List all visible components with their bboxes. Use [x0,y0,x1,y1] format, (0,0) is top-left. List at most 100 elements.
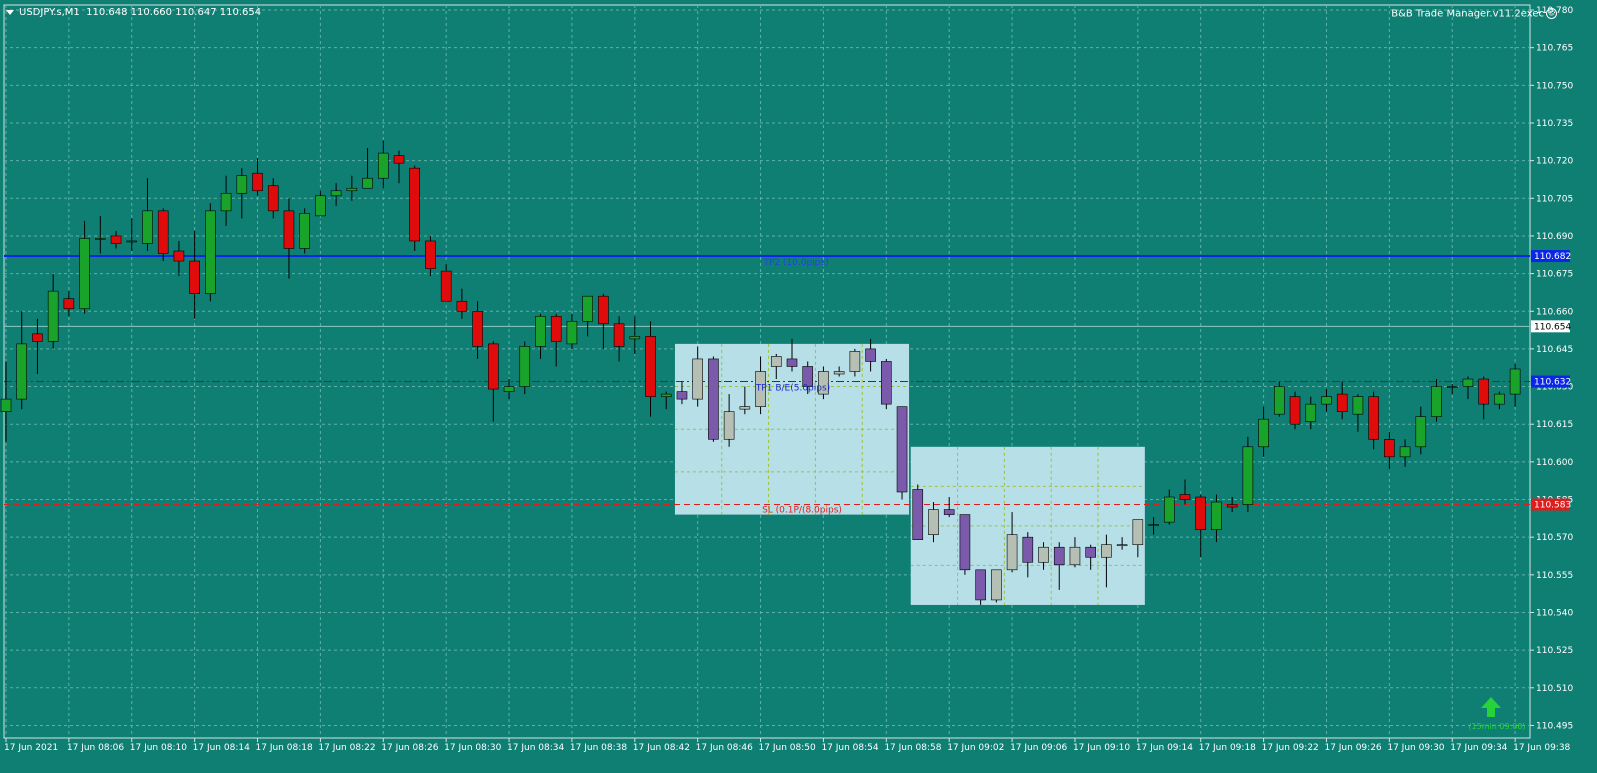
smiley-icon: ☺ [1546,8,1557,19]
time-tick-label: 17 Jun 09:26 [1324,743,1381,753]
time-tick-label: 17 Jun 08:26 [381,743,438,753]
expert-name: B&B Trade Manager.v11.2exec [1391,8,1544,20]
candle-body [393,155,405,164]
candle-body [1336,393,1348,412]
time-tick-label: 17 Jun 08:18 [256,743,313,753]
candle-body [362,177,373,189]
symbol-label: USDJPY.s,M1 [19,7,80,18]
price-tick-label: 110.525 [1536,646,1573,656]
candle-body [1069,546,1081,566]
candle-body [629,336,641,340]
candle-body [16,343,28,400]
candle-body [456,300,468,312]
arrow-label: (15min 09:08) [1468,722,1525,731]
candle-body [1274,386,1285,415]
candle-body [1116,544,1128,547]
candle-body [220,192,232,212]
candle-body [1038,546,1049,563]
price-marker-label: 110.632 [1534,378,1571,388]
candle-body [723,411,735,440]
time-tick-label: 17 Jun 08:30 [444,743,501,753]
candle-body [1384,438,1395,458]
candle-body [472,310,483,347]
candle-body [1415,416,1427,448]
price-tick-label: 110.600 [1536,458,1573,468]
candle-body [1242,446,1254,505]
expert-advisor-label[interactable]: B&B Trade Manager.v11.2exec ☺ [1391,8,1557,20]
candle-body [881,361,892,405]
time-tick-label: 17 Jun 08:06 [67,743,124,753]
candle-body [1163,496,1175,523]
candle-body [503,386,515,392]
candle-body [1446,386,1458,388]
candle-body [126,240,138,243]
price-marker-label: 110.583 [1534,501,1571,511]
price-tick-label: 110.570 [1536,533,1573,543]
time-tick-label: 17 Jun 08:46 [696,743,753,753]
candle-body [1509,368,1521,395]
candle-body [205,210,216,294]
candle-body [95,238,106,240]
candle-body [1101,544,1112,558]
price-tick-label: 110.510 [1536,684,1573,694]
candle-body [550,315,562,342]
candle-body [79,238,90,310]
chart-header: USDJPY.s,M1 110.648 110.660 110.647 110.… [6,7,261,18]
candle-body [928,509,939,535]
candle-body [173,250,185,262]
candle-body [975,569,986,601]
candle-body [0,398,12,412]
price-tick-label: 110.615 [1536,420,1573,430]
candle-body [645,336,656,397]
candle-body [1195,496,1207,530]
candle-body [1321,396,1332,405]
candle-body [833,371,845,375]
candle-body [488,343,499,390]
candle-body [409,167,421,242]
candle-body [959,514,971,571]
time-tick-label: 17 Jun 09:02 [947,743,1004,753]
candle-body [330,190,342,197]
candle-body [142,210,153,244]
candle-body [535,315,546,347]
candle-body [1006,534,1018,571]
candle-body [613,323,625,347]
candle-body [32,333,43,342]
candle-body [1148,524,1159,526]
time-tick-label: 17 Jun 2021 [4,743,58,753]
candle-body [1022,536,1034,563]
candle-body [63,298,75,310]
time-tick-label: 17 Jun 08:54 [821,743,878,753]
time-tick-label: 17 Jun 08:58 [884,743,941,753]
candle-body [1478,378,1489,405]
candle-body [346,187,358,192]
time-tick-label: 17 Jun 09:10 [1073,743,1130,753]
price-tick-label: 110.495 [1536,721,1573,731]
dropdown-triangle-icon[interactable] [6,9,14,15]
price-tick-label: 110.750 [1536,81,1573,91]
candle-body [283,210,295,249]
candle-body [1368,396,1379,440]
candle-body [267,185,279,212]
candle-body [865,348,876,362]
candle-body [676,391,688,400]
price-chart[interactable]: TP2 (10.0pips) TP1 B/E(5.0pips) SL (0.1P/(… [0,0,1597,773]
candle-body [849,351,861,372]
candle-body [157,210,169,254]
price-tick-label: 110.720 [1536,157,1573,167]
price-tick-label: 110.555 [1536,571,1573,581]
price-tick-label: 110.705 [1536,194,1573,204]
candle-body [1211,501,1222,530]
price-tick-label: 110.675 [1536,270,1573,280]
time-tick-label: 17 Jun 08:42 [633,743,690,753]
candle-body [315,195,326,217]
candle-body [1399,446,1411,458]
candle-body [1085,546,1096,558]
candle-body [566,320,578,345]
price-tick-label: 110.735 [1536,119,1573,129]
time-tick-label: 17 Jun 08:10 [130,743,187,753]
candle-body [425,240,436,269]
price-tick-label: 110.645 [1536,345,1573,355]
time-tick-label: 17 Jun 09:34 [1450,743,1507,753]
candle-body [739,406,751,410]
